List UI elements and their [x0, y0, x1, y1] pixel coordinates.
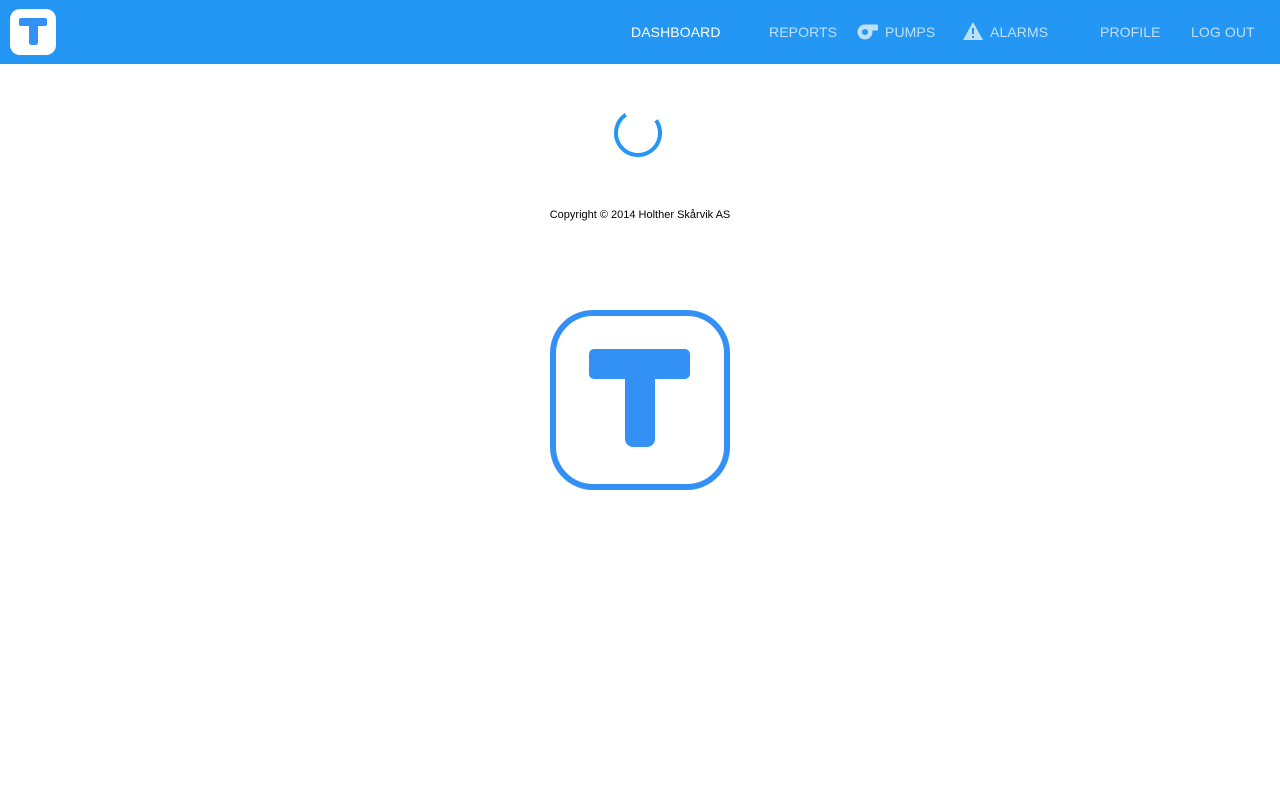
nav-logout[interactable]: LOG OUT — [1191, 0, 1255, 64]
nav-pumps-label: PUMPS — [885, 24, 936, 40]
nav-reports[interactable]: REPORTS — [769, 0, 837, 64]
nav-pumps[interactable]: PUMPS — [857, 0, 935, 64]
pump-icon — [857, 22, 879, 43]
nav-dashboard[interactable]: DASHBOARD — [631, 0, 721, 64]
t-logo-icon — [549, 309, 731, 491]
nav-profile-label: PROFILE — [1100, 24, 1161, 40]
top-navigation-bar: DASHBOARD REPORTS PUMPS ALARMS PROFILE L… — [0, 0, 1280, 64]
nav-logout-label: LOG OUT — [1191, 24, 1255, 40]
nav-alarms[interactable]: ALARMS — [962, 0, 1048, 64]
nav-alarms-label: ALARMS — [990, 24, 1049, 40]
nav-dashboard-label: DASHBOARD — [631, 24, 721, 40]
nav-reports-label: REPORTS — [769, 24, 838, 40]
warning-icon — [962, 21, 984, 44]
loading-spinner-icon — [614, 108, 666, 160]
nav-profile[interactable]: PROFILE — [1100, 0, 1161, 64]
app-logo[interactable] — [10, 9, 56, 55]
copyright-text: Copyright © 2014 Holther Skårvik AS — [549, 209, 731, 221]
t-logo-icon — [19, 18, 47, 45]
